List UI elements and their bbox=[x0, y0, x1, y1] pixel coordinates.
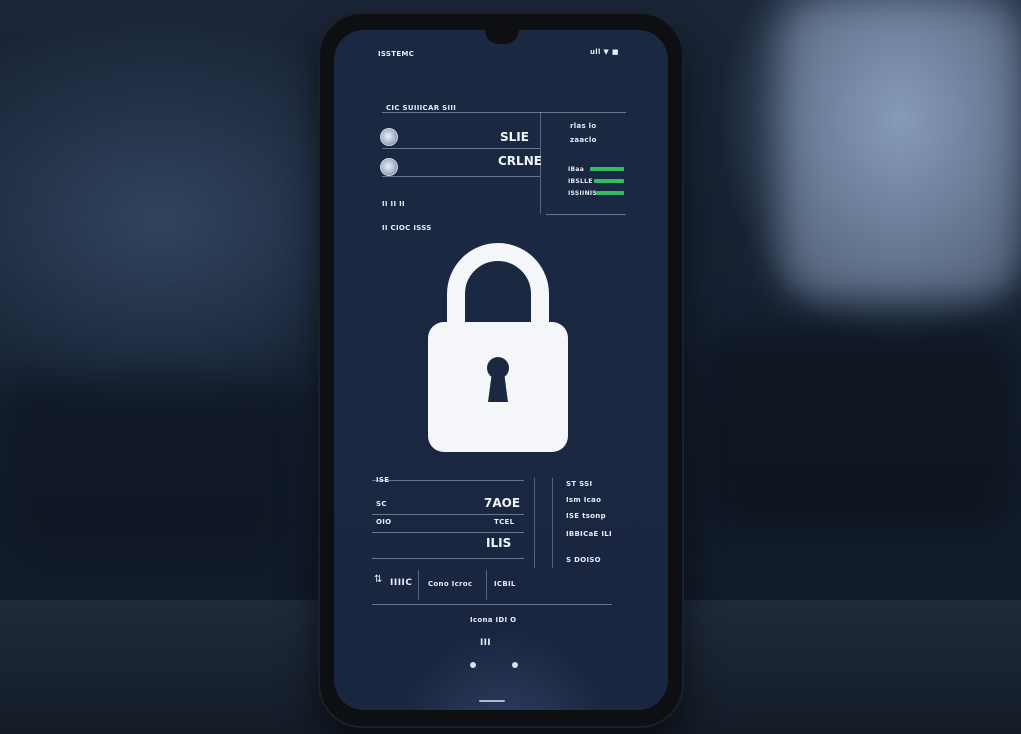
side-panel-divider bbox=[540, 112, 541, 214]
details-side-5: S DOISO bbox=[566, 556, 601, 564]
details-bottom-line bbox=[372, 558, 524, 559]
details-divider-1 bbox=[534, 478, 535, 568]
info-line1: II II II bbox=[382, 200, 405, 208]
details-row-3-value: TCEL bbox=[494, 518, 515, 526]
account-1-value[interactable]: SLIE bbox=[500, 130, 529, 144]
side-panel-line2: zaaclo bbox=[570, 136, 597, 144]
details-row-4-value: ILIS bbox=[486, 536, 512, 550]
footer-item-3[interactable]: ICBIL bbox=[494, 580, 516, 588]
phone: ISSTEMC ull ▼ ■ CIC SUIIICAR SIII SLIE C… bbox=[320, 14, 682, 726]
side-bar-3 bbox=[596, 191, 624, 195]
bottom-label: Icona IDI O bbox=[470, 616, 517, 624]
status-bar-left: ISSTEMC bbox=[378, 50, 415, 58]
details-row-3-label: OIO bbox=[376, 518, 392, 526]
side-bar-2 bbox=[594, 179, 624, 183]
footer-divider-1 bbox=[418, 570, 419, 600]
side-panel-line1: rlas lo bbox=[570, 122, 597, 130]
phone-screen: ISSTEMC ull ▼ ■ CIC SUIIICAR SIII SLIE C… bbox=[334, 30, 668, 710]
details-divider-2 bbox=[552, 478, 553, 568]
details-row-1-label: ISE bbox=[376, 476, 390, 484]
footer-item-2[interactable]: Cono Icroc bbox=[428, 580, 472, 588]
footer-divider-2 bbox=[486, 570, 487, 600]
header-divider bbox=[382, 112, 626, 113]
details-row-3-line bbox=[372, 532, 524, 533]
details-row-2-label: SC bbox=[376, 500, 387, 508]
details-side-4: IBBICaE ILI bbox=[566, 530, 612, 538]
background-window-glow bbox=[780, 0, 1021, 300]
sliders-icon[interactable]: ⇅ bbox=[374, 574, 382, 585]
bottom-glow bbox=[394, 630, 614, 710]
lock-container[interactable] bbox=[418, 240, 578, 455]
side-panel-bottom-line bbox=[546, 214, 626, 215]
nav-dot-right[interactable] bbox=[512, 662, 518, 668]
details-side-1: ST SSI bbox=[566, 480, 593, 488]
account-1-icon bbox=[380, 128, 398, 146]
background-furniture bbox=[700, 330, 1021, 530]
padlock-icon bbox=[428, 243, 568, 452]
account-1-divider bbox=[382, 148, 540, 149]
side-bar-2-label: IBSLLE bbox=[568, 178, 593, 185]
camera-notch bbox=[485, 30, 519, 44]
side-bar-1-label: IBaa bbox=[568, 166, 585, 173]
details-side-2: Ism Icao bbox=[566, 496, 602, 504]
side-bar-1 bbox=[590, 167, 624, 171]
details-top-line bbox=[372, 480, 524, 481]
header-label: CIC SUIIICAR SIII bbox=[386, 104, 457, 112]
details-row-2-value: 7AOE bbox=[484, 496, 521, 510]
home-indicator[interactable] bbox=[479, 700, 505, 702]
info-line2: II CIOC ISSS bbox=[382, 224, 432, 232]
side-bar-3-label: ISSIINIS bbox=[568, 190, 598, 197]
nav-dot-left[interactable] bbox=[470, 662, 476, 668]
background-sofa bbox=[0, 380, 300, 560]
details-side-3: ISE tsonp bbox=[566, 512, 606, 520]
account-2-value[interactable]: CRLNE bbox=[498, 154, 542, 168]
scene: { "status_bar": { "left": "ISSTEMC", "ri… bbox=[0, 0, 1021, 734]
footer-line bbox=[372, 604, 612, 605]
bottom-label-2: III bbox=[480, 638, 491, 648]
footer-item-1[interactable]: IIIIC bbox=[390, 578, 413, 588]
details-row-2-line bbox=[372, 514, 524, 515]
status-bar-right: ull ▼ ■ bbox=[590, 48, 619, 56]
account-2-icon bbox=[380, 158, 398, 176]
account-2-divider bbox=[382, 176, 540, 177]
